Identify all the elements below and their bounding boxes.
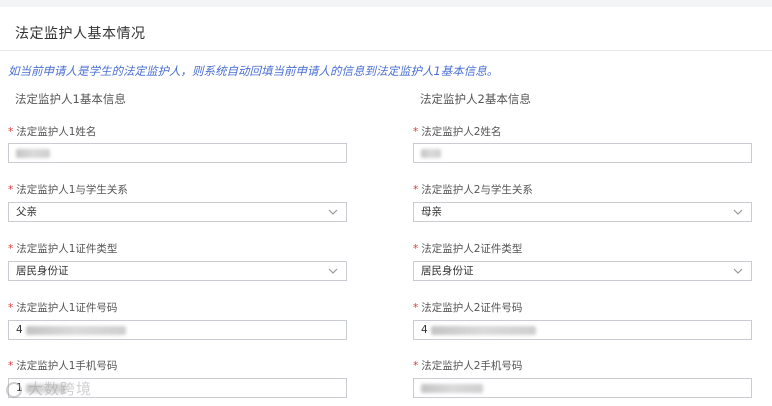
guardian1-name-label-text: 法定监护人1姓名 <box>16 126 97 138</box>
guardian1-idtype-select[interactable]: 居民身份证 <box>8 261 347 281</box>
required-mark: * <box>413 184 419 196</box>
watermark-logo-icon <box>6 381 22 398</box>
guardian1-relation-label: * 法定监护人1与学生关系 <box>8 182 128 197</box>
guardian2-idnumber-prefix: 4 <box>421 324 428 336</box>
guardian1-relation-label-text: 法定监护人1与学生关系 <box>16 184 128 196</box>
guardian2-relation-label: * 法定监护人2与学生关系 <box>413 182 533 197</box>
watermark-text: 大数跨境 <box>28 380 93 398</box>
guardian1-relation-select[interactable]: 父亲 <box>8 202 347 222</box>
section-title: 法定监护人基本情况 <box>15 26 146 42</box>
required-mark: * <box>413 126 419 138</box>
redacted-idnumber <box>431 325 537 335</box>
guardian1-phone-label: * 法定监护人1手机号码 <box>8 358 117 373</box>
redacted-name <box>16 148 50 158</box>
guardian2-phone-label-text: 法定监护人2手机号码 <box>421 360 523 372</box>
required-mark: * <box>413 302 419 314</box>
guardian1-idtype-label: * 法定监护人1证件类型 <box>8 241 117 256</box>
chevron-down-icon <box>733 209 743 215</box>
guardian1-idtype-value: 居民身份证 <box>16 265 69 277</box>
watermark: 大数跨境 <box>6 378 92 399</box>
guardian2-idtype-value: 居民身份证 <box>421 265 474 277</box>
required-mark: * <box>8 360 14 372</box>
guardian2-name-input[interactable] <box>413 143 752 163</box>
autofill-note: 如当前申请人是学生的法定监护人，则系统自动回填当前申请人的信息到法定监护人1基本… <box>8 64 499 78</box>
guardian1-idnumber-label-text: 法定监护人1证件号码 <box>16 302 118 314</box>
guardian2-name-label-text: 法定监护人2姓名 <box>421 126 502 138</box>
required-mark: * <box>413 360 419 372</box>
guardian1-phone-label-text: 法定监护人1手机号码 <box>16 360 118 372</box>
chevron-down-icon <box>328 268 338 274</box>
guardian2-idnumber-input[interactable]: 4 <box>413 320 752 340</box>
guardian1-idnumber-prefix: 4 <box>16 324 23 336</box>
guardian2-relation-select[interactable]: 母亲 <box>413 202 752 222</box>
guardian2-phone-input[interactable] <box>413 378 752 398</box>
guardian2-name-label: * 法定监护人2姓名 <box>413 124 501 139</box>
guardian2-relation-label-text: 法定监护人2与学生关系 <box>421 184 533 196</box>
redacted-name <box>421 148 441 158</box>
guardian2-idnumber-label: * 法定监护人2证件号码 <box>413 300 522 315</box>
guardian2-idtype-label-text: 法定监护人2证件类型 <box>421 243 523 255</box>
guardian1-heading: 法定监护人1基本信息 <box>15 92 126 106</box>
guardian1-idnumber-input[interactable]: 4 <box>8 320 347 340</box>
redacted-phone <box>421 383 483 393</box>
redacted-idnumber <box>26 325 127 335</box>
required-mark: * <box>8 302 14 314</box>
required-mark: * <box>413 243 419 255</box>
top-strip <box>0 0 772 7</box>
required-mark: * <box>8 243 14 255</box>
guardian2-idnumber-label-text: 法定监护人2证件号码 <box>421 302 523 314</box>
guardian1-name-label: * 法定监护人1姓名 <box>8 124 96 139</box>
guardian1-relation-value: 父亲 <box>16 206 37 218</box>
chevron-down-icon <box>733 268 743 274</box>
chevron-down-icon <box>328 209 338 215</box>
guardian2-relation-value: 母亲 <box>421 206 442 218</box>
guardian1-name-input[interactable] <box>8 143 347 163</box>
guardian2-idtype-select[interactable]: 居民身份证 <box>413 261 752 281</box>
guardian-info-page: 法定监护人基本情况 如当前申请人是学生的法定监护人，则系统自动回填当前申请人的信… <box>0 0 772 406</box>
guardian2-phone-label: * 法定监护人2手机号码 <box>413 358 522 373</box>
section-divider <box>0 50 772 51</box>
required-mark: * <box>8 126 14 138</box>
guardian1-idtype-label-text: 法定监护人1证件类型 <box>16 243 118 255</box>
guardian2-heading: 法定监护人2基本信息 <box>420 92 531 106</box>
guardian2-idtype-label: * 法定监护人2证件类型 <box>413 241 522 256</box>
guardian1-idnumber-label: * 法定监护人1证件号码 <box>8 300 117 315</box>
required-mark: * <box>8 184 14 196</box>
